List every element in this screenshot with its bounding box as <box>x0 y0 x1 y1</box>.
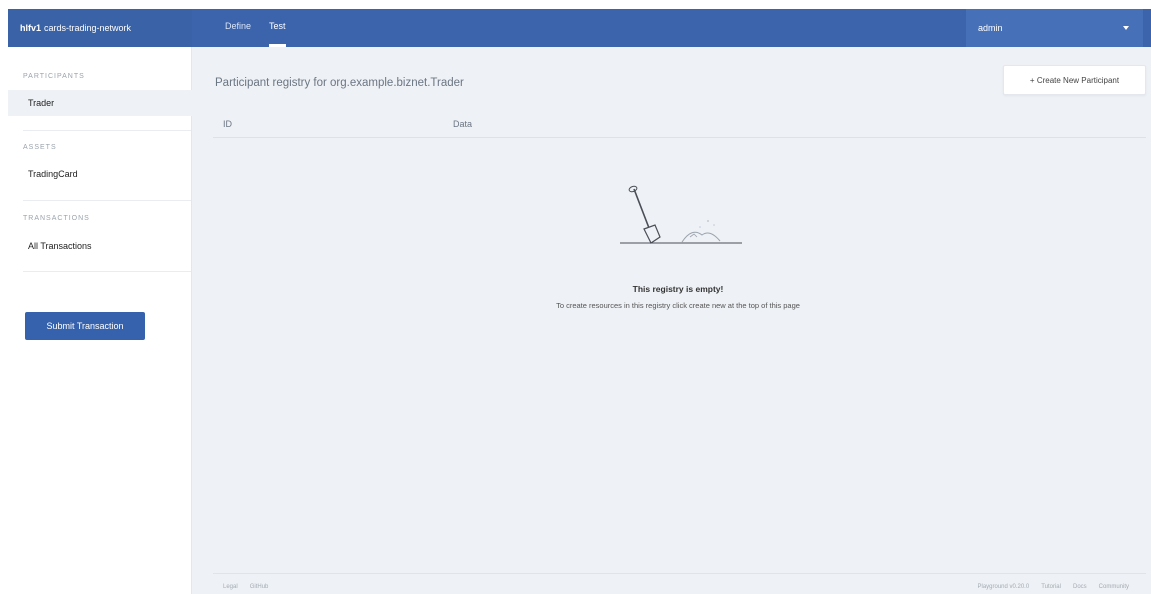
assets-heading: ASSETS <box>23 144 57 151</box>
sidebar-item-tradingcard[interactable]: TradingCard <box>8 161 192 187</box>
participants-heading: PARTICIPANTS <box>23 73 85 80</box>
footer-link-tutorial[interactable]: Tutorial <box>1041 584 1061 590</box>
chevron-down-icon <box>1123 26 1129 30</box>
brand-prefix: hlfv1 <box>20 23 42 33</box>
empty-state-text: To create resources in this registry cli… <box>556 301 800 310</box>
create-new-participant-button[interactable]: + Create New Participant <box>1003 65 1146 95</box>
tab-test[interactable]: Test <box>269 9 286 47</box>
table-header-divider <box>213 137 1146 138</box>
sidebar-divider <box>23 271 191 272</box>
top-bar: hlfv1 cards-trading-network Define Test a… <box>8 9 1151 47</box>
column-header-data: Data <box>453 119 473 129</box>
brand-name: cards-trading-network <box>44 23 132 33</box>
footer-link-github[interactable]: GitHub <box>250 584 269 590</box>
footer-right-links: Playground v0.20.0 Tutorial Docs Communi… <box>977 584 1129 590</box>
brand: hlfv1 cards-trading-network <box>8 9 192 47</box>
footer-version: Playground v0.20.0 <box>977 584 1030 590</box>
footer-left-links: Legal GitHub <box>223 584 268 590</box>
footer-link-community[interactable]: Community <box>1099 584 1129 590</box>
footer-divider <box>213 573 1146 574</box>
footer-link-docs[interactable]: Docs <box>1073 584 1087 590</box>
app-window: hlfv1 cards-trading-network Define Test a… <box>8 9 1151 594</box>
footer-link-legal[interactable]: Legal <box>223 584 238 590</box>
sidebar-divider <box>23 130 191 131</box>
empty-state-title: This registry is empty! <box>632 284 724 294</box>
column-header-id: ID <box>223 119 232 129</box>
sidebar: PARTICIPANTS Trader ASSETS TradingCard T… <box>8 47 192 594</box>
shovel-icon <box>620 185 742 244</box>
sidebar-item-all-transactions[interactable]: All Transactions <box>8 233 192 259</box>
user-name: admin <box>978 23 1003 33</box>
user-menu[interactable]: admin <box>966 9 1143 47</box>
page-title: Participant registry for org.example.biz… <box>215 77 464 89</box>
sidebar-item-trader[interactable]: Trader <box>8 90 192 116</box>
transactions-heading: TRANSACTIONS <box>23 215 90 222</box>
submit-transaction-button[interactable]: Submit Transaction <box>25 312 145 340</box>
nav-tabs: Define Test <box>225 9 286 47</box>
sidebar-divider <box>23 200 191 201</box>
tab-define[interactable]: Define <box>225 9 251 47</box>
